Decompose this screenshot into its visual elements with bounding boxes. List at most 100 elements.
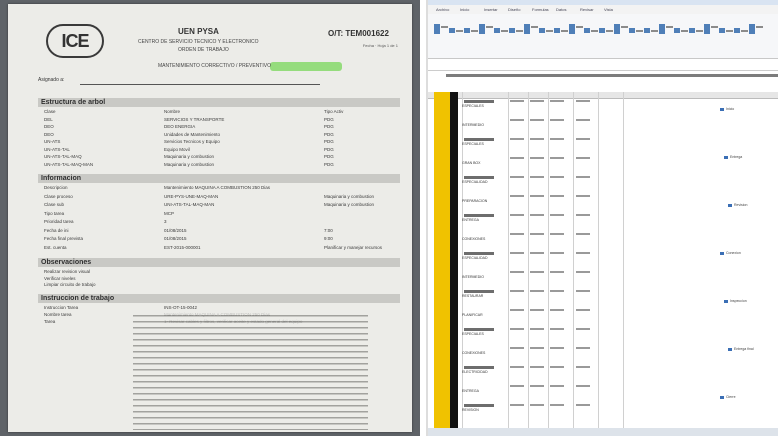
- ribbon-tab[interactable]: Datos: [556, 7, 566, 12]
- ribbon-button-icon[interactable]: [524, 24, 530, 34]
- ribbon-button-icon[interactable]: [539, 28, 545, 33]
- cell-value: [550, 138, 564, 140]
- task-name-cell[interactable]: ESPECIALES: [462, 142, 484, 146]
- sheet-grid[interactable]: ESPECIALES INTERMEDIO ESPECIALES GRAN BOX ES…: [428, 92, 778, 432]
- task-name-cell[interactable]: INTERMEDIO: [462, 123, 484, 127]
- cell-value: [550, 252, 564, 254]
- ribbon-button-icon[interactable]: [704, 24, 710, 34]
- ribbon-button-label: [441, 26, 448, 28]
- task-name-cell[interactable]: REVISION: [462, 408, 479, 412]
- info-row-a: Prioridad tarea: [44, 219, 74, 224]
- ribbon-button-icon[interactable]: [509, 28, 515, 33]
- gantt-task-bar[interactable]: [728, 348, 732, 351]
- ribbon-button-icon[interactable]: [674, 28, 680, 33]
- task-name-cell[interactable]: PREPARACION: [462, 199, 487, 203]
- ribbon-tab[interactable]: Formulas: [532, 7, 549, 12]
- instruction-row: Tarea1- Revisar cables y filtros, verifi…: [44, 319, 302, 325]
- ribbon-tab[interactable]: Archivo: [436, 7, 449, 12]
- ribbon-button-icon[interactable]: [719, 28, 725, 33]
- info-row-a: Fecha de ini: [44, 227, 69, 233]
- cell-value: [510, 119, 524, 121]
- info-row-b: EST-2015-000001: [164, 244, 201, 250]
- task-name-cell[interactable]: RESTAURAR: [462, 294, 483, 298]
- ribbon-button-icon[interactable]: [689, 28, 695, 33]
- cell-value: [530, 195, 544, 197]
- ribbon-button-icon[interactable]: [464, 28, 470, 33]
- info-row-c: Maquinaria y combustion: [324, 193, 375, 199]
- task-name-cell[interactable]: ESPECIALES: [462, 104, 484, 108]
- cell-value: [510, 176, 524, 178]
- gantt-task-bar[interactable]: [720, 108, 724, 111]
- cell-value: [550, 290, 564, 292]
- tree-row: UN-ATS Servicios Tecnicos y Equipo PDG: [44, 139, 334, 145]
- cell-value: [576, 252, 590, 254]
- work-order-meta: Fecha · Hoja 1 de 1: [362, 43, 398, 48]
- highlight-mark: [270, 62, 342, 71]
- task-name-cell[interactable]: CONEXIONES: [462, 351, 485, 355]
- task-name-cell[interactable]: ESPECIALES: [462, 332, 484, 336]
- ribbon-button-icon[interactable]: [659, 24, 665, 34]
- gantt-task-bar[interactable]: [720, 252, 724, 255]
- cell-value: [576, 157, 590, 159]
- gantt-task-bar[interactable]: [724, 156, 728, 159]
- cell-value: [510, 214, 524, 216]
- ribbon-button-icon[interactable]: [644, 28, 650, 33]
- cell-value: [530, 328, 544, 330]
- ribbon-button-icon[interactable]: [479, 24, 485, 34]
- highlight-column: [434, 92, 450, 432]
- info-row-c: Planificar y manejar recursos: [324, 244, 383, 250]
- cell-value: [550, 309, 564, 311]
- cell-value: [550, 176, 564, 178]
- info-row: Descripcion Mantenimiento MAQUINA A COMBU…: [44, 185, 270, 191]
- info-row: Clase proceso URE-PYS-UNE-MAQ-MAN Maquinar…: [44, 193, 374, 200]
- ribbon-button-icon[interactable]: [629, 28, 635, 33]
- task-name-cell[interactable]: ESPECIALIDAD: [462, 180, 487, 184]
- ribbon-button-icon[interactable]: [584, 28, 590, 33]
- info-row-a: Tipo tarea: [44, 210, 65, 216]
- cell-value: [576, 347, 590, 349]
- tree-row: UN-ATS-TAL-MAQ-MAN Maquinaria y combustio…: [44, 161, 334, 168]
- task-name-cell[interactable]: ELECTRICIDAD: [462, 370, 488, 374]
- ribbon-tab[interactable]: Revisar: [580, 7, 594, 12]
- task-name-cell[interactable]: CONEXIONES: [462, 237, 485, 241]
- tree-row: Clase Nombre Tipo Activ: [44, 109, 343, 115]
- ribbon-button-icon[interactable]: [569, 24, 575, 34]
- ribbon-tab[interactable]: Vista: [604, 7, 613, 12]
- ribbon-button-icon[interactable]: [614, 24, 620, 34]
- cell-value: [510, 138, 524, 140]
- ribbon-button-icon[interactable]: [449, 28, 455, 33]
- info-row: Est. cuenta EST-2015-000001 Planificar y m…: [44, 245, 382, 251]
- ribbon-button-label: [501, 30, 508, 32]
- formula-bar[interactable]: [428, 62, 778, 71]
- bold-task-marker: [464, 252, 494, 255]
- ribbon-button-icon[interactable]: [494, 28, 500, 33]
- ribbon-tab[interactable]: Inicio: [460, 7, 469, 12]
- task-name-cell[interactable]: ESPECIALIDAD: [462, 256, 487, 260]
- info-row-a: Clase sub: [44, 202, 65, 207]
- ribbon-button-icon[interactable]: [599, 28, 605, 33]
- info-row-a: Clase proceso: [44, 193, 73, 199]
- ribbon-toolbar: [428, 14, 778, 59]
- section-estructura: Estructura de arbol: [38, 98, 400, 107]
- tree-row-a: UN-ATS-TAL-MAQ-MAN: [44, 161, 94, 167]
- ribbon-button-icon[interactable]: [554, 28, 560, 33]
- task-name-cell[interactable]: ENTREGA: [462, 389, 479, 393]
- cell-value: [530, 233, 544, 235]
- bold-task-marker: [464, 214, 494, 217]
- ribbon-tab[interactable]: Diseño: [508, 7, 520, 12]
- task-name-cell[interactable]: PLANIFICAR: [462, 313, 483, 317]
- instruction-row-b: INS-OT-15-0042: [164, 305, 198, 310]
- observation-row: Realizar revision visual: [44, 269, 91, 274]
- cell-value: [510, 157, 524, 159]
- ribbon-button-icon[interactable]: [734, 28, 740, 33]
- ribbon-tab[interactable]: Insertar: [484, 7, 498, 12]
- gantt-task-bar[interactable]: [724, 300, 728, 303]
- task-name-cell[interactable]: INTERMEDIO: [462, 275, 484, 279]
- task-name-cell[interactable]: ENTREGA: [462, 218, 479, 222]
- task-name-cell[interactable]: GRAN BOX: [462, 161, 480, 165]
- ribbon-button-icon[interactable]: [434, 24, 440, 34]
- gantt-task-bar[interactable]: [728, 204, 732, 207]
- company-logo: ICE: [46, 24, 104, 58]
- gantt-task-bar[interactable]: [720, 396, 724, 399]
- ribbon-button-icon[interactable]: [749, 24, 755, 34]
